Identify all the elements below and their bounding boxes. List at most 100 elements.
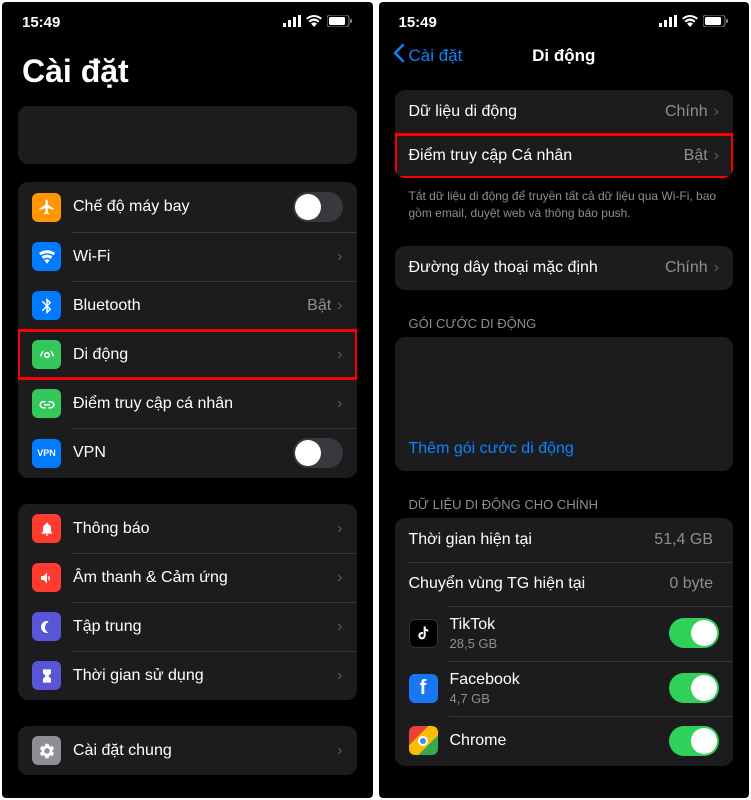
cellular-data-value: Chính <box>665 103 708 121</box>
hotspot-value: Bật <box>684 147 708 165</box>
bluetooth-row[interactable]: Bluetooth Bật › <box>18 281 357 330</box>
battery-icon <box>327 14 353 31</box>
cellular-data-section: Dữ liệu di động Chính › Điểm truy cập Cá… <box>395 90 734 178</box>
chrome-toggle[interactable] <box>669 726 719 756</box>
app-facebook-row[interactable]: f Facebook 4,7 GB <box>395 661 734 716</box>
settings-screen-left: 15:49 Cài đặt Chế độ máy bay Wi-Fi › Blu… <box>2 2 373 798</box>
general-row[interactable]: Cài đặt chung › <box>18 726 357 775</box>
plans-header: GÓI CƯỚC DI ĐỘNG <box>379 316 750 337</box>
cellular-screen-right: 15:49 Cài đặt Di động Dữ liệu di động Ch… <box>379 2 750 798</box>
app-tiktok-row[interactable]: TikTok 28,5 GB <box>395 606 734 661</box>
chevron-icon: › <box>714 147 719 165</box>
bluetooth-value: Bật <box>307 297 331 315</box>
screentime-row[interactable]: Thời gian sử dụng › <box>18 651 357 700</box>
chevron-icon: › <box>714 259 719 277</box>
status-time: 15:49 <box>399 14 437 31</box>
wifi-icon <box>306 14 322 31</box>
default-voice-row[interactable]: Đường dây thoại mặc định Chính › <box>395 246 734 290</box>
add-plan-row[interactable]: Thêm gói cước di động <box>395 427 734 471</box>
personal-hotspot-row[interactable]: Điểm truy cập Cá nhân Bật › <box>395 134 734 178</box>
sounds-icon <box>32 563 61 592</box>
roaming-row[interactable]: Chuyển vùng TG hiện tại 0 byte <box>395 562 734 606</box>
cellular-label: Di động <box>73 346 337 364</box>
profile-section[interactable] <box>18 106 357 164</box>
airplane-toggle[interactable] <box>293 192 343 222</box>
nav-header: Cài đặt Di động <box>379 35 750 76</box>
sounds-label: Âm thanh & Cảm ứng <box>73 569 337 587</box>
chevron-icon: › <box>337 618 342 636</box>
cellular-row[interactable]: Di động › <box>18 330 357 379</box>
cellular-icon <box>32 340 61 369</box>
bluetooth-icon <box>32 291 61 320</box>
notification-icon <box>32 514 61 543</box>
signal-icon <box>659 14 677 31</box>
chrome-icon <box>409 726 438 755</box>
wifi-icon <box>682 14 698 31</box>
app-chrome-row[interactable]: Chrome <box>395 716 734 766</box>
plan-rows-placeholder <box>395 337 734 427</box>
nav-title: Di động <box>532 46 595 66</box>
hotspot-label: Điểm truy cập cá nhân <box>73 395 337 413</box>
status-bar: 15:49 <box>379 2 750 35</box>
vpn-row[interactable]: VPN VPN <box>18 428 357 478</box>
default-voice-value: Chính <box>665 259 708 277</box>
general-section: Cài đặt chung › <box>18 726 357 775</box>
wifi-label: Wi-Fi <box>73 248 337 266</box>
focus-label: Tập trung <box>73 618 337 636</box>
status-icons <box>659 14 729 31</box>
notifications-row[interactable]: Thông báo › <box>18 504 357 553</box>
current-period-row[interactable]: Thời gian hiện tại 51,4 GB <box>395 518 734 562</box>
page-title: Cài đặt <box>22 53 353 90</box>
tiktok-toggle[interactable] <box>669 618 719 648</box>
notifications-label: Thông báo <box>73 520 337 538</box>
chevron-icon: › <box>337 667 342 685</box>
facebook-toggle[interactable] <box>669 673 719 703</box>
gear-icon <box>32 736 61 765</box>
hotspot-row[interactable]: Điểm truy cập cá nhân › <box>18 379 357 428</box>
data-usage-section: Thời gian hiện tại 51,4 GB Chuyển vùng T… <box>395 518 734 766</box>
default-voice-label: Đường dây thoại mặc định <box>409 259 665 277</box>
hotspot-icon <box>32 389 61 418</box>
battery-icon <box>703 14 729 31</box>
wifi-row[interactable]: Wi-Fi › <box>18 232 357 281</box>
vpn-icon: VPN <box>32 439 61 468</box>
screentime-icon <box>32 661 61 690</box>
facebook-icon: f <box>409 674 438 703</box>
signal-icon <box>283 14 301 31</box>
bluetooth-label: Bluetooth <box>73 297 307 315</box>
chevron-icon: › <box>337 569 342 587</box>
focus-row[interactable]: Tập trung › <box>18 602 357 651</box>
vpn-toggle[interactable] <box>293 438 343 468</box>
facebook-size: 4,7 GB <box>450 691 670 706</box>
sounds-row[interactable]: Âm thanh & Cảm ứng › <box>18 553 357 602</box>
chevron-icon: › <box>337 742 342 760</box>
back-button[interactable]: Cài đặt <box>393 43 463 68</box>
status-icons <box>283 14 353 31</box>
chevron-icon: › <box>337 297 342 315</box>
chevron-icon: › <box>337 346 342 364</box>
vpn-label: VPN <box>73 444 293 462</box>
notifications-section: Thông báo › Âm thanh & Cảm ứng › Tập tru… <box>18 504 357 700</box>
current-period-label: Thời gian hiện tại <box>409 531 655 549</box>
page-header: Cài đặt <box>2 35 373 100</box>
hotspot-label: Điểm truy cập Cá nhân <box>409 147 684 165</box>
chevron-icon: › <box>337 520 342 538</box>
chevron-left-icon <box>393 43 405 68</box>
general-label: Cài đặt chung <box>73 742 337 760</box>
cellular-data-row[interactable]: Dữ liệu di động Chính › <box>395 90 734 134</box>
airplane-icon <box>32 193 61 222</box>
roaming-label: Chuyển vùng TG hiện tại <box>409 575 670 593</box>
cellular-data-label: Dữ liệu di động <box>409 103 665 121</box>
airplane-label: Chế độ máy bay <box>73 198 293 216</box>
screentime-label: Thời gian sử dụng <box>73 667 337 685</box>
airplane-mode-row[interactable]: Chế độ máy bay <box>18 182 357 232</box>
tiktok-size: 28,5 GB <box>450 636 670 651</box>
default-line-section: Đường dây thoại mặc định Chính › <box>395 246 734 290</box>
status-bar: 15:49 <box>2 2 373 35</box>
cellular-footer-text: Tắt dữ liệu di động để truyền tất cả dữ … <box>379 182 750 222</box>
chevron-icon: › <box>337 248 342 266</box>
current-period-value: 51,4 GB <box>654 531 713 549</box>
focus-icon <box>32 612 61 641</box>
chrome-label: Chrome <box>450 732 670 750</box>
chevron-icon: › <box>337 395 342 413</box>
